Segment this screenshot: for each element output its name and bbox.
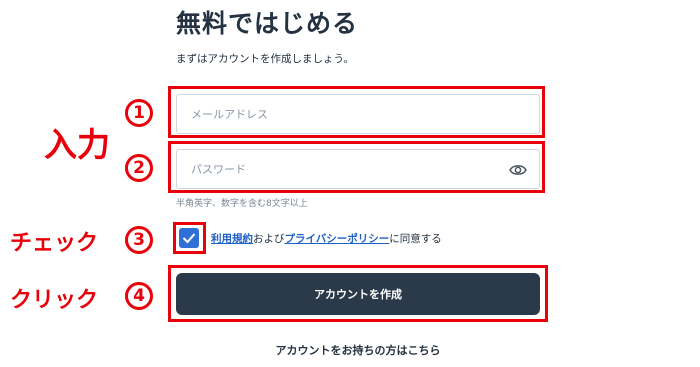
privacy-policy-link[interactable]: プライバシーポリシー: [285, 233, 390, 245]
step-2-marker: 2: [125, 154, 153, 182]
page-subtitle: まずはアカウントを作成しましょう。: [176, 53, 354, 65]
annotation-box-password: [168, 141, 545, 193]
agree-suffix-text: に同意する: [389, 233, 442, 245]
step-3-marker: 3: [125, 226, 153, 254]
page-title: 無料ではじめる: [176, 9, 359, 38]
annotation-box-submit: [168, 265, 548, 322]
agree-and-text: および: [253, 233, 285, 245]
annotation-box-checkbox: [173, 222, 206, 254]
step-4-marker: 4: [125, 282, 153, 310]
annotation-box-email: [168, 86, 545, 138]
annotation-click-label: クリック: [10, 288, 99, 313]
annotation-input-label: 入力: [44, 125, 110, 164]
terms-link[interactable]: 利用規約: [211, 233, 253, 245]
password-hint: 半角英字、数字を含む8文字以上: [176, 199, 308, 209]
terms-agreement: 利用規約およびプライバシーポリシーに同意する: [211, 231, 442, 246]
step-1-marker: 1: [125, 99, 153, 127]
login-link[interactable]: アカウントをお持ちの方はこちら: [0, 342, 700, 358]
annotation-check-label: チェック: [10, 231, 99, 256]
